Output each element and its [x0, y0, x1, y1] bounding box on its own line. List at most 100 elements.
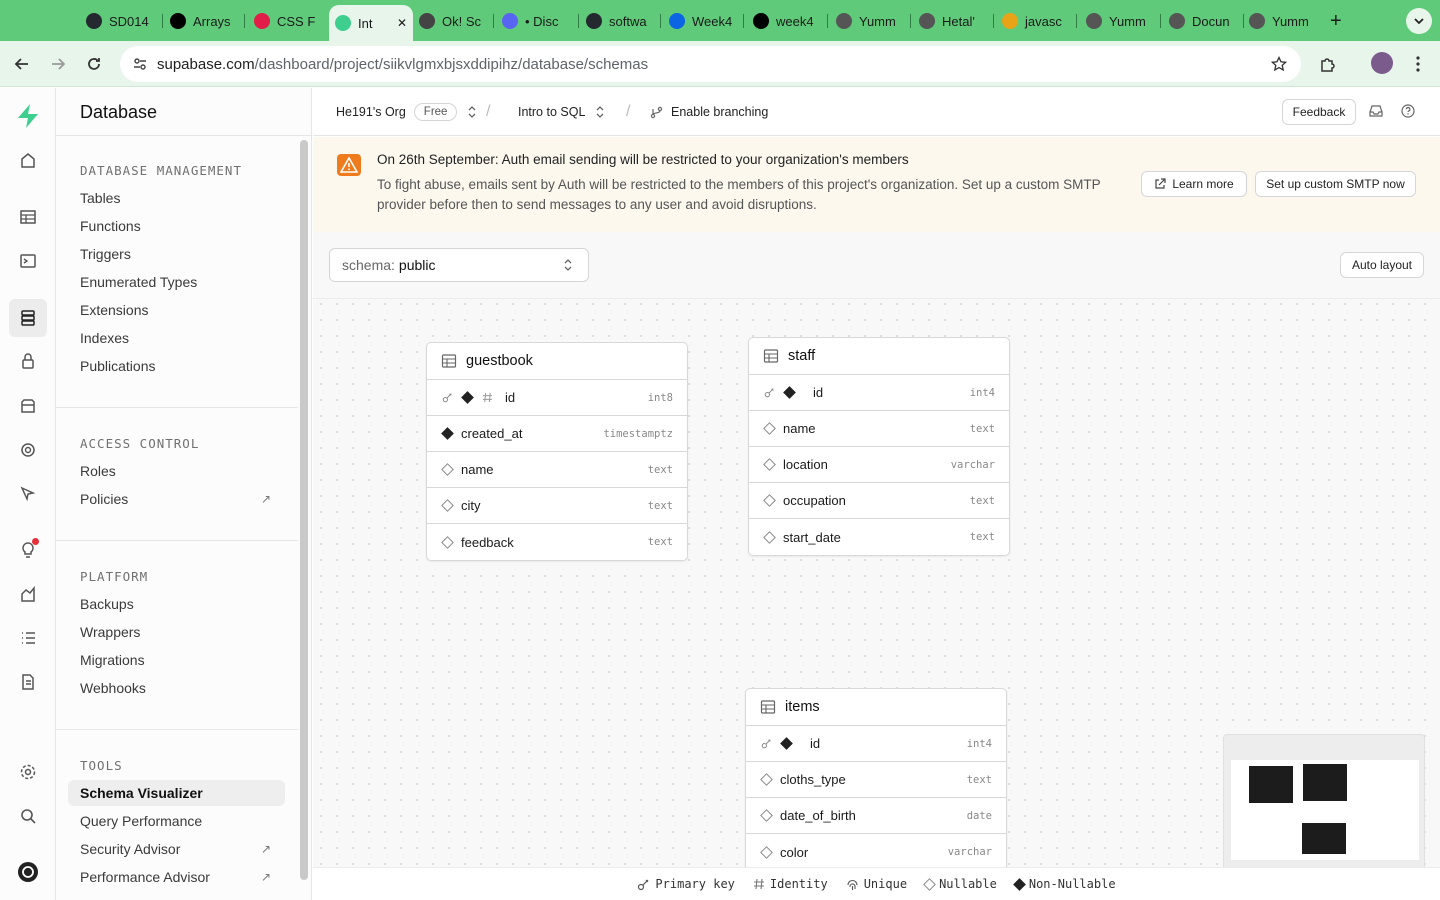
browser-tab[interactable]: Docun [1169, 7, 1235, 35]
browser-tab[interactable]: Hetal' [919, 7, 985, 35]
org-selector[interactable]: He191's Org Free [336, 88, 477, 136]
sidebar-item-indexes[interactable]: Indexes [68, 325, 285, 351]
rail-user-avatar[interactable] [14, 858, 42, 886]
table-column-row[interactable]: feedback text [427, 524, 687, 560]
back-button[interactable] [9, 51, 35, 77]
sidebar-item-wrappers[interactable]: Wrappers [68, 619, 285, 645]
sidebar-item-policies[interactable]: Policies ↗ [68, 486, 285, 512]
sidebar-item-functions[interactable]: Functions [68, 213, 285, 239]
auto-layout-button[interactable]: Auto layout [1340, 252, 1424, 278]
rail-table-editor[interactable] [14, 203, 42, 231]
learn-more-button[interactable]: Learn more [1141, 171, 1247, 197]
sidebar-item-label: Performance Advisor [80, 869, 210, 885]
browser-tab[interactable]: Week4 [669, 7, 735, 35]
sidebar-item-migrations[interactable]: Migrations [68, 647, 285, 673]
table-node-staff[interactable]: staff id int4 name text location varchar occupa… [748, 337, 1010, 556]
sidebar-item-enumerated-types[interactable]: Enumerated Types [68, 269, 285, 295]
browser-tab[interactable]: Yumm [1249, 7, 1311, 35]
sidebar-divider [56, 407, 298, 408]
extensions-button[interactable] [1315, 51, 1341, 77]
sidebar-item-webhooks[interactable]: Webhooks [68, 675, 285, 701]
browser-tab[interactable]: Yumm [1086, 7, 1152, 35]
table-column-row[interactable]: date_of_birth date [746, 798, 1006, 834]
table-column-row[interactable]: city text [427, 488, 687, 524]
forward-button[interactable] [45, 51, 71, 77]
browser-tab[interactable]: CSS F [254, 7, 320, 35]
sidebar-item-tables[interactable]: Tables [68, 185, 285, 211]
tab-separator [1076, 14, 1077, 28]
schema-canvas[interactable]: schema: public Auto layout guestbook id in… [313, 232, 1440, 900]
sidebar-item-publications[interactable]: Publications [68, 353, 285, 379]
address-bar[interactable]: supabase.com/dashboard/project/siikvlgmx… [120, 46, 1301, 82]
rail-storage[interactable] [14, 392, 42, 420]
sidebar-scrollbar[interactable] [300, 140, 308, 880]
bookmark-star-icon[interactable] [1271, 56, 1287, 72]
minimap[interactable] [1223, 734, 1425, 874]
key-icon [638, 879, 649, 890]
browser-tab[interactable]: Yumm [836, 7, 902, 35]
schema-select[interactable]: schema: public [329, 248, 589, 282]
table-column-row[interactable]: color varchar [746, 834, 1006, 870]
rail-edge-functions[interactable] [14, 436, 42, 464]
browser-tab[interactable]: SD014 [86, 7, 154, 35]
inbox-icon [1369, 105, 1383, 117]
feedback-button[interactable]: Feedback [1282, 99, 1356, 125]
sidebar-item-roles[interactable]: Roles [68, 458, 285, 484]
rail-reports[interactable] [14, 580, 42, 608]
search-icon [21, 809, 36, 824]
table-column-row[interactable]: occupation text [749, 483, 1009, 519]
table-column-row[interactable]: id int4 [749, 375, 1009, 411]
new-tab-button[interactable]: + [1330, 7, 1342, 35]
table-column-row[interactable]: location varchar [749, 447, 1009, 483]
nullable-diamond-icon [762, 494, 776, 507]
sidebar-item-security-advisor[interactable]: Security Advisor ↗ [68, 836, 285, 862]
rail-sql-editor[interactable] [14, 247, 42, 275]
rail-search[interactable] [14, 802, 42, 830]
table-column-row[interactable]: created_at timestamptz [427, 416, 687, 452]
browser-tab[interactable]: week4 [753, 7, 819, 35]
browser-tab[interactable]: • Disc [502, 7, 570, 35]
table-column-row[interactable]: id int4 [746, 726, 1006, 762]
rail-database[interactable] [9, 299, 47, 337]
table-column-row[interactable]: start_date text [749, 519, 1009, 555]
close-tab-icon[interactable]: ✕ [397, 16, 407, 30]
setup-smtp-button[interactable]: Set up custom SMTP now [1255, 171, 1416, 197]
profile-avatar[interactable] [1371, 52, 1393, 74]
rail-auth[interactable] [14, 347, 42, 375]
legend-primary-key: Primary key [637, 877, 735, 891]
inbox-button[interactable] [1369, 104, 1383, 123]
rail-api-docs[interactable] [14, 668, 42, 696]
sidebar-item-performance-advisor[interactable]: Performance Advisor ↗ [68, 864, 285, 890]
table-node-guestbook[interactable]: guestbook id int8 created_at timestamptz name… [426, 342, 688, 561]
sidebar-item-triggers[interactable]: Triggers [68, 241, 285, 267]
table-column-row[interactable]: name text [749, 411, 1009, 447]
table-column-row[interactable]: name text [427, 452, 687, 488]
rail-advisors[interactable] [14, 536, 42, 564]
supabase-logo[interactable] [14, 102, 42, 130]
rail-home[interactable] [14, 146, 42, 174]
sidebar-item-extensions[interactable]: Extensions [68, 297, 285, 323]
rail-settings[interactable] [14, 758, 42, 786]
browser-tab[interactable]: softwa [586, 7, 652, 35]
tab-search-button[interactable] [1406, 8, 1432, 34]
sidebar-item-backups[interactable]: Backups [68, 591, 285, 617]
help-button[interactable] [1401, 104, 1415, 123]
browser-tab[interactable]: Ok! Sc [419, 7, 485, 35]
enable-branching-button[interactable]: Enable branching [650, 88, 768, 136]
browser-menu-button[interactable] [1405, 51, 1431, 77]
table-column-row[interactable]: cloths_type text [746, 762, 1006, 798]
sidebar-item-query-performance[interactable]: Query Performance [68, 808, 285, 834]
project-selector[interactable]: Intro to SQL [518, 88, 605, 136]
sidebar-item-schema-visualizer[interactable]: Schema Visualizer [68, 780, 285, 806]
table-column-row[interactable]: id int8 [427, 380, 687, 416]
table-node-items[interactable]: items id int4 cloths_type text date_of_birth d… [745, 688, 1007, 871]
reload-button[interactable] [81, 51, 107, 77]
nullable-diamond-icon [440, 535, 454, 549]
browser-tab[interactable]: Int ✕ [329, 5, 413, 41]
browser-tab-label: softwa [609, 13, 647, 29]
column-type: text [647, 499, 673, 512]
browser-tab[interactable]: Arrays [170, 7, 236, 35]
rail-realtime[interactable] [14, 480, 42, 508]
rail-logs[interactable] [14, 624, 42, 652]
browser-tab[interactable]: javasc [1002, 7, 1068, 35]
